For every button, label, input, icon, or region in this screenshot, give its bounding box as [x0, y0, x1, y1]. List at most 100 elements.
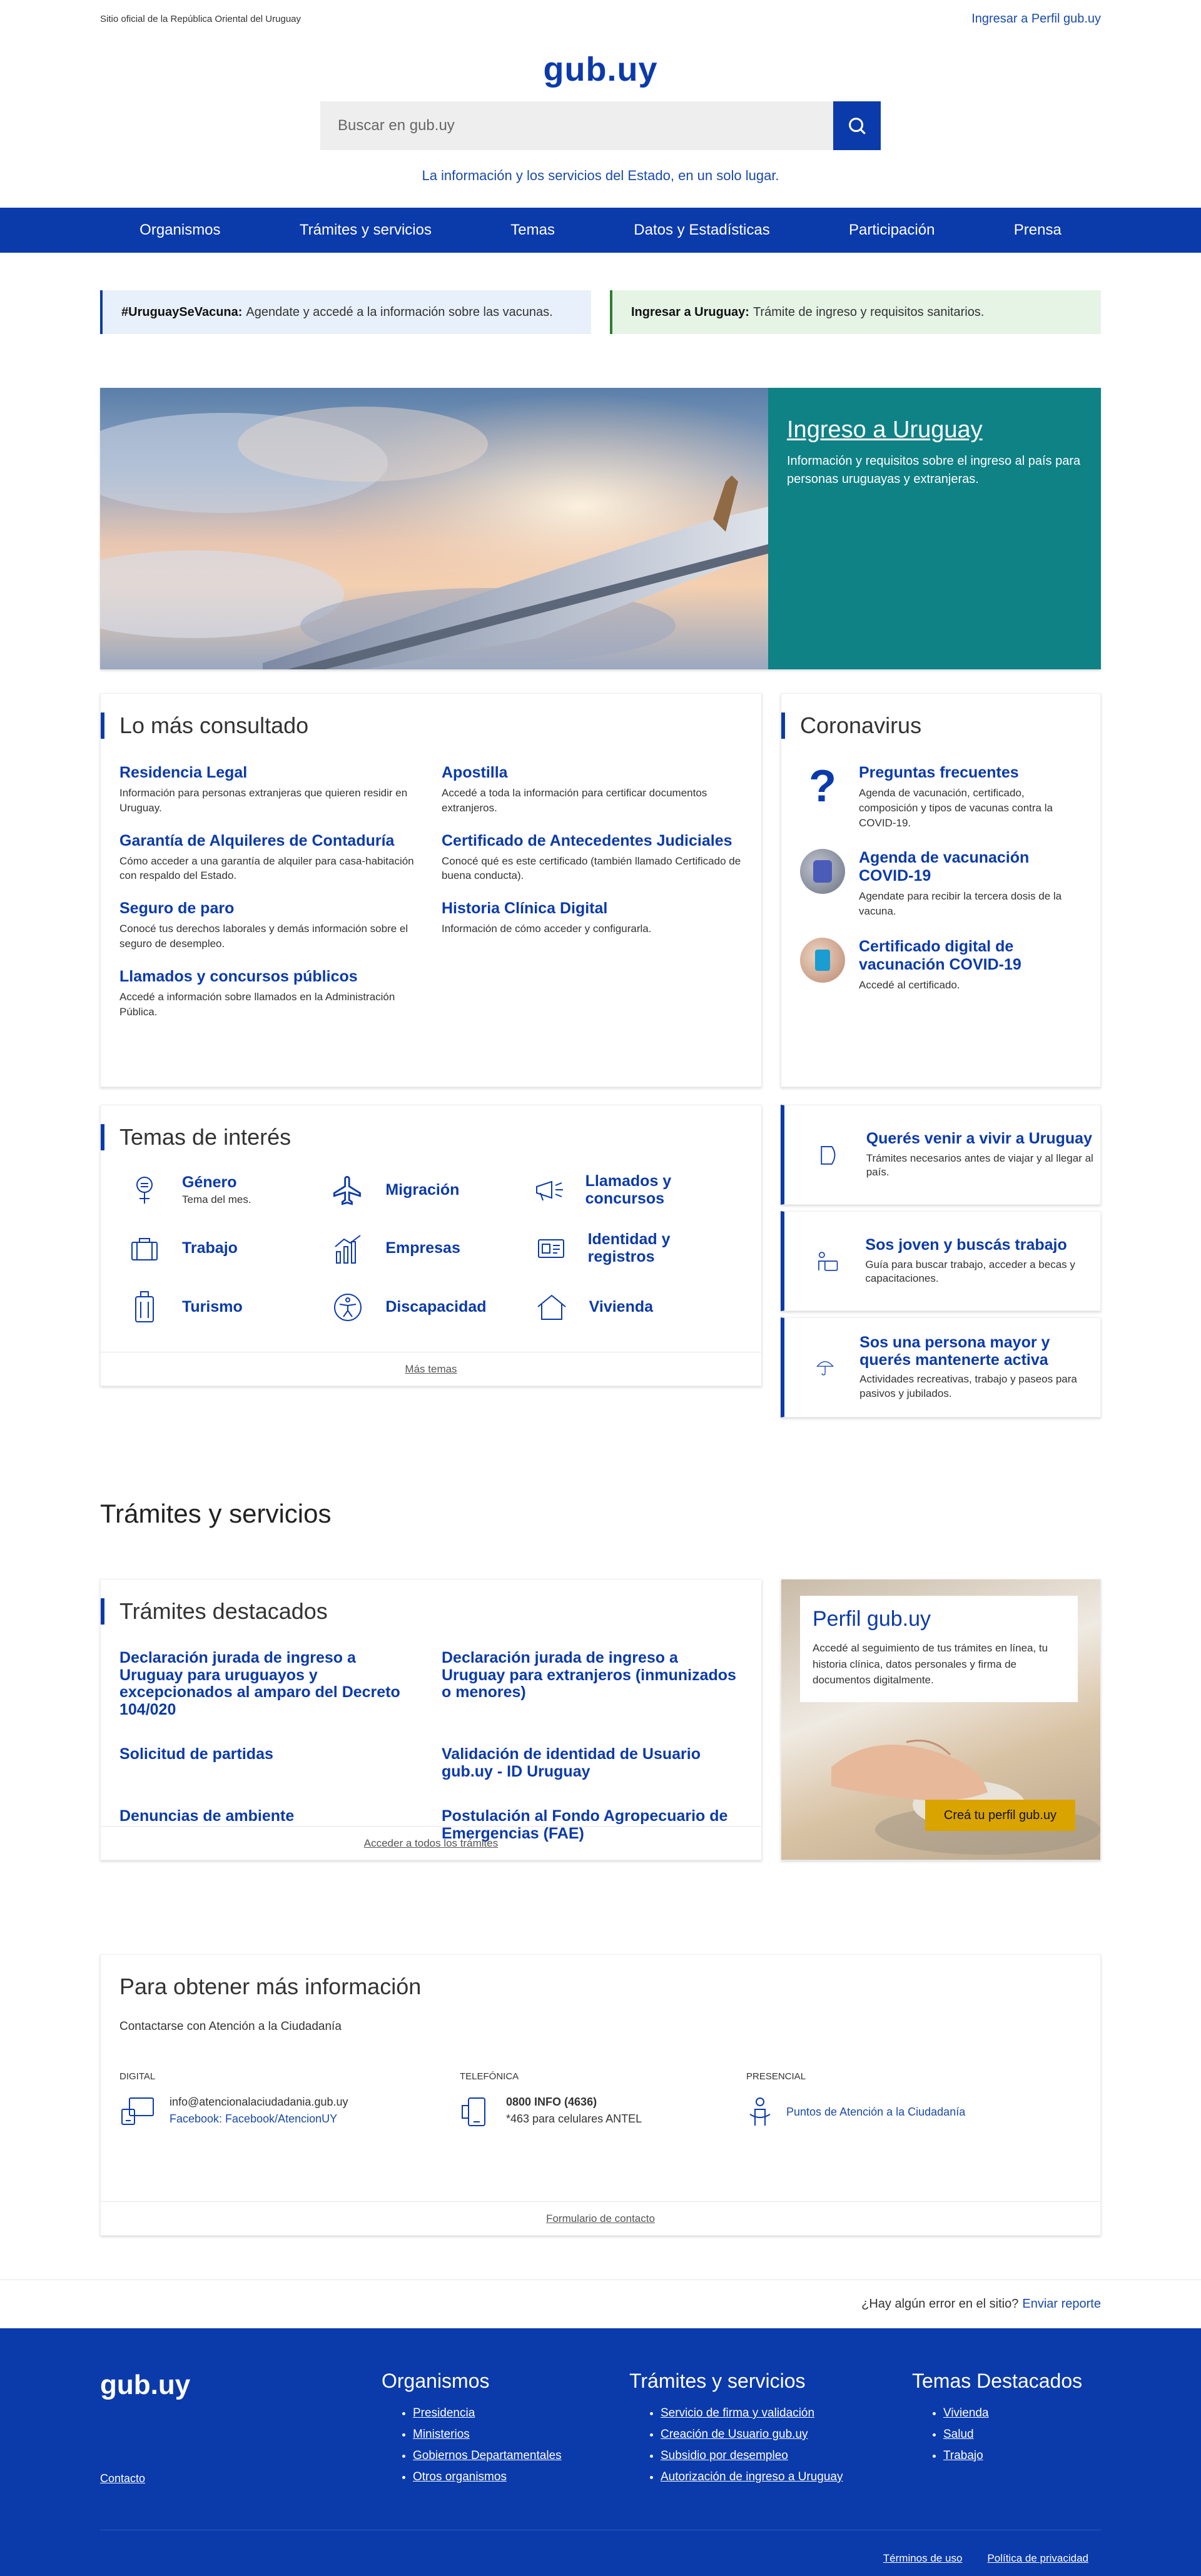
footer-link[interactable]: Ministerios [413, 2428, 562, 2442]
topic-discapacidad[interactable]: Discapacidad [329, 1289, 532, 1326]
consult-item-title[interactable]: Certificado de Antecedentes Judiciales [442, 832, 742, 850]
procedure-link[interactable]: Declaración jurada de ingreso a Uruguay … [119, 1649, 420, 1718]
create-profile-button[interactable]: Creá tu perfil gub.uy [925, 1800, 1075, 1831]
guide-desc: Actividades recreativas, trabajo y paseo… [859, 1373, 1077, 1399]
topic-genero[interactable]: Género Tema del mes. [126, 1173, 329, 1207]
card-title: Temas de interés [101, 1124, 761, 1150]
consult-item[interactable]: Garantía de Alquileres de Contaduría Cómo… [119, 832, 420, 884]
chart-bars-icon [335, 1234, 361, 1264]
login-link[interactable]: Ingresar a Perfil gub.uy [971, 12, 1101, 26]
nav-item-temas[interactable]: Temas [510, 221, 555, 239]
guide-title[interactable]: Sos joven y buscás trabajo [865, 1237, 1100, 1254]
question-icon: ? [809, 761, 836, 811]
guide-title[interactable]: Querés venir a vivir a Uruguay [866, 1130, 1100, 1148]
topic-empresas[interactable]: Empresas [329, 1231, 532, 1265]
person-icon [749, 2097, 771, 2126]
terms-link[interactable]: Términos de uso [883, 2552, 963, 2565]
consult-item[interactable]: Certificado de Antecedentes Judiciales Co… [442, 832, 742, 884]
facebook-link[interactable]: Facebook: Facebook/AtencionUY [170, 2112, 348, 2126]
covid-item-title[interactable]: Certificado digital de vacunación COVID-… [859, 938, 1082, 974]
footer-logo[interactable]: gub.uy [100, 2370, 190, 2401]
guide-title[interactable]: Sos una persona mayor y querés mantenert… [859, 1334, 1100, 1369]
consult-item-title[interactable]: Historia Clínica Digital [442, 900, 742, 918]
consult-item-title[interactable]: Seguro de paro [119, 900, 420, 918]
footer-link[interactable]: Trabajo [943, 2449, 1082, 2463]
topic-turismo[interactable]: Turismo [126, 1289, 329, 1326]
contact-info-card: Para obtener más información Contactarse… [100, 1954, 1101, 2236]
consult-item[interactable]: Residencia Legal Información para persona… [119, 764, 420, 816]
consult-item-title[interactable]: Llamados y concursos públicos [119, 968, 420, 986]
more-topics-link[interactable]: Más temas [101, 1352, 761, 1386]
procedure-link[interactable]: Solicitud de partidas [119, 1745, 420, 1780]
all-procedures-link[interactable]: Acceder a todos los trámites [101, 1826, 761, 1860]
phone-sub: *463 para celulares ANTEL [506, 2112, 642, 2125]
consult-item-desc: Accedé a toda la información para certif… [442, 787, 707, 814]
guide-item[interactable]: Querés venir a vivir a Uruguay Trámites n… [781, 1105, 1101, 1205]
nav-item-prensa[interactable]: Prensa [1014, 221, 1062, 239]
footer-link[interactable]: Autorización de ingreso a Uruguay [661, 2470, 843, 2484]
contact-form-link[interactable]: Formulario de contacto [101, 2201, 1100, 2235]
search-button[interactable] [833, 101, 881, 150]
hero-banner[interactable]: Ingreso a Uruguay Información y requisit… [100, 388, 1101, 669]
footer-contact-link[interactable]: Contacto [100, 2472, 145, 2485]
guide-item[interactable]: Sos joven y buscás trabajo Guía para busc… [781, 1211, 1101, 1311]
consult-item-title[interactable]: Apostilla [442, 764, 742, 782]
contact-cap: Digital [119, 2071, 156, 2082]
topic-migracion[interactable]: Migración [329, 1173, 532, 1207]
consult-item-title[interactable]: Residencia Legal [119, 764, 420, 782]
topic-identidad[interactable]: Identidad y registros [533, 1230, 736, 1265]
procedure-link[interactable]: Declaración jurada de ingreso a Uruguay … [442, 1649, 742, 1718]
consult-item-title[interactable]: Garantía de Alquileres de Contaduría [119, 832, 420, 850]
footer-link[interactable]: Subsidio por desempleo [661, 2449, 843, 2463]
contact-email[interactable]: info@atencionalaciudadania.gub.uy [170, 2096, 348, 2109]
consult-item[interactable]: Seguro de paro Conocé tus derechos labora… [119, 900, 420, 951]
site-logo[interactable]: gub.uy [0, 50, 1201, 89]
consult-item[interactable]: Historia Clínica Digital Información de c… [442, 900, 742, 951]
footer-col-tramites: Trámites y servicios Servicio de firma y… [629, 2370, 843, 2492]
entry-alert[interactable]: Ingresar a Uruguay: Trámite de ingreso y… [610, 290, 1101, 334]
covid-item-desc: Agendate para recibir la tercera dosis d… [859, 890, 1062, 918]
footer-link[interactable]: Otros organismos [413, 2470, 562, 2484]
covid-item[interactable]: Agenda de vacunación COVID-19 Agendate pa… [781, 849, 1100, 919]
error-report-bar: ¿Hay algún error en el sitio? Enviar rep… [0, 2279, 1201, 2328]
consult-item[interactable]: Llamados y concursos públicos Accedé a in… [119, 968, 420, 1020]
phone-number[interactable]: 0800 INFO (4636) [506, 2096, 642, 2109]
topic-trabajo[interactable]: Trabajo [126, 1231, 329, 1265]
footer-link[interactable]: Servicio de firma y validación [661, 2406, 843, 2420]
search-input[interactable]: Buscar en gub.uy [320, 101, 833, 150]
footer-link[interactable]: Gobiernos Departamentales [413, 2449, 562, 2463]
card-title: Lo más consultado [101, 712, 761, 739]
topic-llamados[interactable]: Llamados y concursos [533, 1172, 736, 1207]
vaccine-alert[interactable]: #UruguaySeVacuna: Agendate y accedé a la… [100, 290, 591, 334]
computer-icon [121, 2097, 154, 2125]
search-icon [849, 118, 866, 134]
privacy-link[interactable]: Política de privacidad [987, 2552, 1088, 2565]
profile-title: Perfil gub.uy [813, 1607, 931, 1631]
covid-item-desc: Agenda de vacunación, certificado, compo… [859, 787, 1053, 829]
alerts: #UruguaySeVacuna: Agendate y accedé a la… [100, 290, 1101, 334]
nav-item-tramites[interactable]: Trámites y servicios [300, 221, 432, 239]
covid-item[interactable]: Certificado digital de vacunación COVID-… [781, 937, 1100, 993]
contact-in-person: Presencial Puntos de Atención a la Ciuda… [746, 2071, 965, 2128]
covid-item-title[interactable]: Preguntas frecuentes [859, 764, 1082, 782]
nav-item-organismos[interactable]: Organismos [139, 221, 220, 239]
footer-link[interactable]: Salud [943, 2428, 1082, 2442]
hero-title[interactable]: Ingreso a Uruguay [787, 417, 1082, 444]
footer-link[interactable]: Creación de Usuario gub.uy [661, 2428, 843, 2442]
nav-item-datos[interactable]: Datos y Estadísticas [634, 221, 769, 239]
covid-item-title[interactable]: Agenda de vacunación COVID-19 [859, 849, 1082, 885]
topic-vivienda[interactable]: Vivienda [533, 1289, 736, 1326]
send-report-link[interactable]: Enviar reporte [1022, 2297, 1101, 2311]
attention-points-link[interactable]: Puntos de Atención a la Ciudadanía [786, 2106, 965, 2119]
covid-item[interactable]: ? Preguntas frecuentes Agenda de vacunaci… [781, 761, 1100, 830]
procedure-link[interactable]: Validación de identidad de Usuario gub.u… [442, 1745, 742, 1780]
nav-item-participacion[interactable]: Participación [849, 221, 935, 239]
footer-link[interactable]: Vivienda [943, 2406, 1082, 2420]
consult-item[interactable]: Apostilla Accedé a toda la información pa… [442, 764, 742, 816]
guide-item[interactable]: Sos una persona mayor y querés mantenert… [781, 1317, 1101, 1417]
card-title: Coronavirus [781, 712, 1100, 739]
contact-cap: Telefónica [460, 2071, 519, 2082]
topic-label: Llamados y concursos [585, 1172, 672, 1207]
footer-link[interactable]: Presidencia [413, 2406, 562, 2420]
header: gub.uy Buscar en gub.uy La información y… [0, 38, 1201, 184]
